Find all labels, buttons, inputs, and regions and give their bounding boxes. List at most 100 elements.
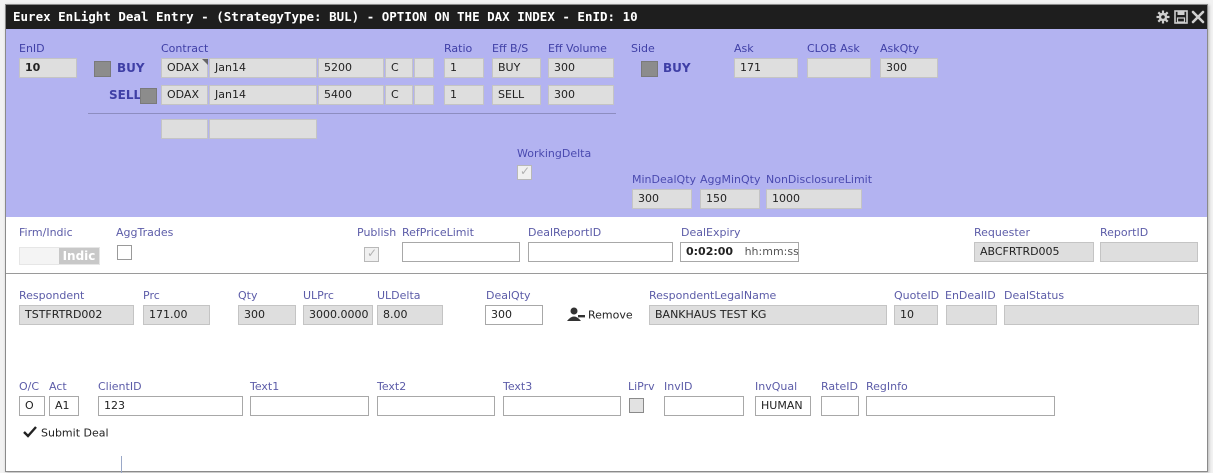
gear-icon[interactable]	[1156, 10, 1170, 24]
dealstatus-field	[1004, 305, 1199, 325]
submit-deal-label: Submit Deal	[41, 426, 109, 440]
close-icon[interactable]	[1191, 10, 1205, 24]
respondent-label: Respondent	[19, 289, 85, 302]
leg2-expiry[interactable]: Jan14	[209, 85, 317, 105]
aggtrades-label: AggTrades	[116, 226, 174, 239]
ulprc-field: 3000.0000	[303, 305, 373, 325]
clientid-input[interactable]: 123	[98, 396, 243, 416]
dealstatus-label: DealStatus	[1004, 289, 1065, 302]
reginfo-label: RegInfo	[866, 380, 908, 393]
effbs-label: Eff B/S	[492, 42, 529, 55]
reginfo-input[interactable]	[866, 396, 1055, 416]
prc-field: 171.00	[143, 305, 210, 325]
leg1-extra[interactable]	[414, 58, 434, 78]
nondisclosurelimit-label: NonDisclosureLimit	[766, 173, 873, 186]
uldelta-field: 8.00	[377, 305, 443, 325]
check-icon: ✓	[520, 164, 531, 178]
dealqty-input[interactable]: 300	[485, 305, 543, 325]
reportid-field	[1100, 242, 1198, 262]
uldelta-label: ULDelta	[377, 289, 421, 302]
leg1-ratio: 1	[444, 58, 484, 78]
contract-label: Contract	[161, 42, 209, 55]
aggtrades-checkbox[interactable]	[117, 245, 132, 260]
oc-input[interactable]: O	[19, 396, 45, 416]
leg1-product[interactable]: ODAX	[161, 58, 208, 78]
respondentlegalname-field: BANKHAUS TEST KG	[649, 305, 887, 325]
submit-deal-button[interactable]: Submit Deal	[23, 426, 109, 441]
leg1-expiry[interactable]: Jan14	[209, 58, 317, 78]
enid-label: EnID	[19, 42, 45, 55]
ratio-label: Ratio	[444, 42, 473, 55]
workingdelta-label: WorkingDelta	[517, 147, 592, 160]
workingdelta-checkbox[interactable]: ✓	[517, 164, 532, 180]
buy-label: BUY	[117, 61, 145, 75]
text3-input[interactable]	[503, 396, 621, 416]
enid-field: 10	[19, 58, 77, 78]
dealexpiry-value: 0:02:00	[686, 245, 734, 258]
side-label: Side	[631, 42, 655, 55]
reportid-label: ReportID	[1100, 226, 1149, 239]
requester-field: ABCFRTRD005	[974, 242, 1094, 262]
save-icon[interactable]	[1174, 10, 1188, 24]
leg2-effvolume: 300	[548, 85, 614, 105]
side-toggle[interactable]	[641, 61, 658, 77]
liprv-checkbox[interactable]	[629, 398, 644, 413]
dealexpiry-input[interactable]: 0:02:00 hh:mm:ss	[680, 242, 799, 262]
leg1-strike[interactable]: 5200	[318, 58, 384, 78]
invid-input[interactable]	[664, 396, 744, 416]
splitter-handle[interactable]	[121, 456, 122, 473]
endealid-field	[946, 305, 997, 325]
check-icon: ✓	[367, 246, 378, 260]
indic-option: Indic	[59, 248, 99, 264]
window-title: Eurex EnLight Deal Entry - (StrategyType…	[13, 9, 638, 24]
qty-field: 300	[238, 305, 296, 325]
deal-entry-window: Eurex EnLight Deal Entry - (StrategyType…	[5, 4, 1208, 473]
remove-button[interactable]: Remove	[565, 307, 633, 324]
title-bar: Eurex EnLight Deal Entry - (StrategyType…	[6, 5, 1207, 29]
new-leg-product[interactable]	[161, 119, 208, 139]
text2-input[interactable]	[377, 396, 495, 416]
dealexpiry-label: DealExpiry	[681, 226, 741, 239]
new-leg-expiry[interactable]	[209, 119, 317, 139]
publish-label: Publish	[357, 226, 397, 239]
rateid-label: RateID	[821, 380, 858, 393]
askqty-field: 300	[880, 58, 938, 78]
nondisclosurelimit-field[interactable]: 1000	[766, 189, 862, 209]
ulprc-label: ULPrc	[303, 289, 334, 302]
prc-label: Prc	[143, 289, 160, 302]
leg1-effvolume: 300	[548, 58, 614, 78]
firm-indic-toggle[interactable]: Indic	[19, 247, 100, 265]
act-input[interactable]: A1	[49, 396, 79, 416]
sell-label: SELL	[109, 88, 142, 102]
leg2-extra[interactable]	[414, 85, 434, 105]
ask-label: Ask	[734, 42, 754, 55]
mindealqty-field[interactable]: 300	[632, 189, 692, 209]
product-menu-icon[interactable]	[202, 59, 208, 65]
firm-indic-label: Firm/Indic	[19, 226, 73, 239]
leg1-effbs: BUY	[492, 58, 541, 78]
invqual-input[interactable]: HUMAN	[755, 396, 811, 416]
rateid-input[interactable]	[821, 396, 859, 416]
leg2-strike[interactable]: 5400	[318, 85, 384, 105]
text2-label: Text2	[377, 380, 407, 393]
aggminqty-field[interactable]: 150	[700, 189, 760, 209]
refpricelimit-label: RefPriceLimit	[402, 226, 474, 239]
refpricelimit-input[interactable]	[402, 242, 520, 262]
publish-checkbox[interactable]: ✓	[364, 246, 379, 262]
dealreportid-input[interactable]	[528, 242, 673, 262]
endealid-label: EnDealID	[945, 289, 996, 302]
leg2-callput[interactable]: C	[385, 85, 413, 105]
sell-toggle[interactable]	[140, 88, 157, 104]
section-divider	[6, 273, 1207, 274]
buy-toggle[interactable]	[94, 61, 111, 77]
leg2-product[interactable]: ODAX	[161, 85, 208, 105]
invqual-label: InvQual	[755, 380, 798, 393]
text1-input[interactable]	[250, 396, 369, 416]
legs-divider	[88, 113, 616, 114]
leg2-ratio: 1	[444, 85, 484, 105]
clobask-field	[807, 58, 871, 78]
dealexpiry-format: hh:mm:ss	[744, 245, 799, 258]
leg1-callput[interactable]: C	[385, 58, 413, 78]
aggminqty-label: AggMinQty	[700, 173, 761, 186]
strategy-panel: EnID Contract Ratio Eff B/S Eff Volume S…	[6, 29, 1207, 217]
